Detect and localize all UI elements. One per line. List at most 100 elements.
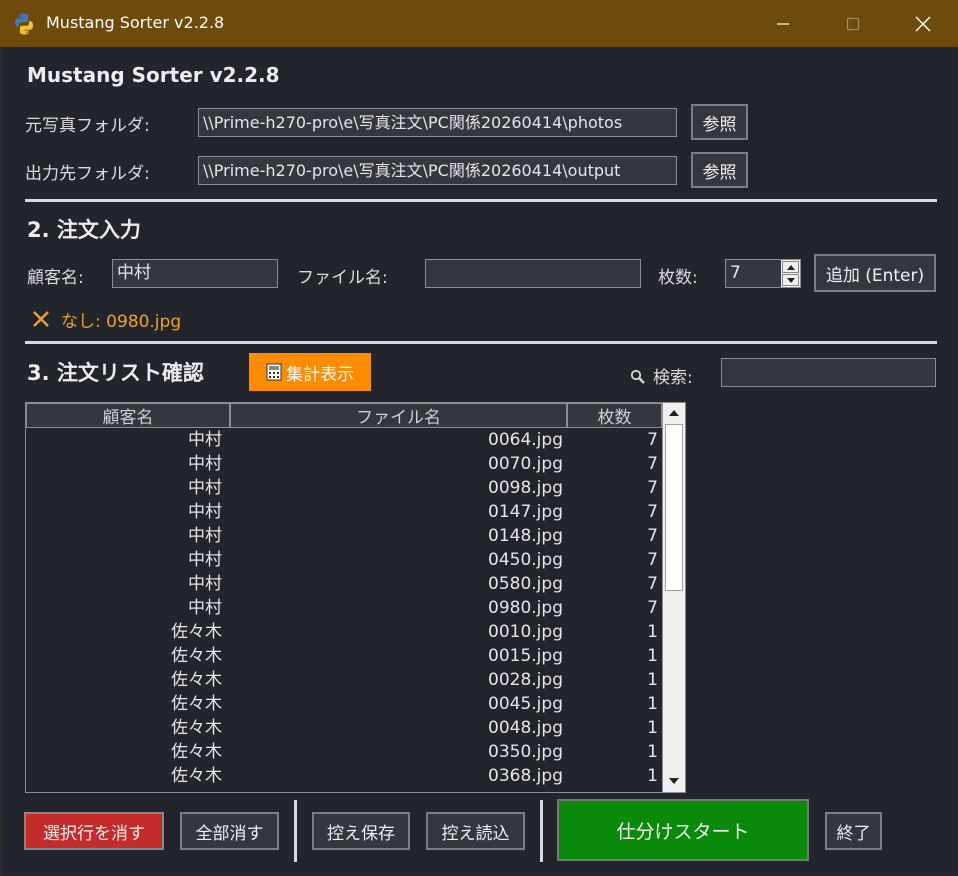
window-title: Mustang Sorter v2.2.8 bbox=[46, 13, 225, 32]
order-table[interactable]: 顧客名 ファイル名 枚数 中村 0064.jpg 7 中村 0070.jpg 7 中村 009… bbox=[25, 402, 686, 793]
maximize-icon bbox=[846, 17, 860, 31]
summary-button[interactable]: 集計表示 bbox=[249, 353, 371, 391]
column-header-customer[interactable]: 顧客名 bbox=[26, 403, 230, 428]
scroll-up-icon bbox=[669, 410, 679, 416]
minimize-icon bbox=[777, 23, 789, 25]
table-row[interactable]: 中村 0070.jpg 7 bbox=[26, 452, 662, 476]
table-header: 顧客名 ファイル名 枚数 bbox=[26, 403, 662, 428]
cell-count: 7 bbox=[647, 598, 658, 618]
table-row[interactable]: 佐々木 0015.jpg 1 bbox=[26, 644, 662, 668]
cell-customer: 中村 bbox=[188, 454, 222, 474]
spin-up-button[interactable] bbox=[782, 261, 799, 273]
table-row[interactable]: 佐々木 0010.jpg 1 bbox=[26, 620, 662, 644]
table-row[interactable]: 佐々木 0368.jpg 1 bbox=[26, 764, 662, 788]
cell-customer: 中村 bbox=[188, 598, 222, 618]
cell-count: 1 bbox=[647, 646, 658, 666]
output-browse-button[interactable]: 参照 bbox=[691, 152, 748, 188]
cell-count: 7 bbox=[647, 478, 658, 498]
table-row[interactable]: 中村 0064.jpg 7 bbox=[26, 428, 662, 452]
load-backup-button[interactable]: 控え読込 bbox=[426, 812, 525, 850]
cross-icon bbox=[33, 311, 49, 327]
cell-customer: 佐々木 bbox=[171, 670, 222, 690]
scroll-down-button[interactable] bbox=[665, 772, 683, 790]
table-row[interactable]: 中村 0450.jpg 7 bbox=[26, 548, 662, 572]
cell-customer: 佐々木 bbox=[171, 742, 222, 762]
cell-file: 0450.jpg bbox=[488, 550, 563, 570]
cell-customer: 佐々木 bbox=[171, 622, 222, 642]
status-message: なし: 0980.jpg bbox=[61, 312, 182, 332]
source-folder-label: 元写真フォルダ: bbox=[25, 116, 150, 136]
table-row[interactable]: 中村 0147.jpg 7 bbox=[26, 500, 662, 524]
cell-customer: 佐々木 bbox=[171, 694, 222, 714]
table-row[interactable]: 中村 0148.jpg 7 bbox=[26, 524, 662, 548]
table-row[interactable]: 佐々木 0045.jpg 1 bbox=[26, 692, 662, 716]
cell-file: 0980.jpg bbox=[488, 598, 563, 618]
section-divider bbox=[25, 341, 937, 344]
table-row[interactable]: 中村 0980.jpg 7 bbox=[26, 596, 662, 620]
table-row[interactable]: 佐々木 0350.jpg 1 bbox=[26, 740, 662, 764]
maximize-button[interactable] bbox=[838, 10, 868, 38]
cell-customer: 中村 bbox=[188, 478, 222, 498]
cell-customer: 中村 bbox=[188, 550, 222, 570]
minimize-button[interactable] bbox=[768, 10, 798, 38]
footer-divider bbox=[540, 800, 543, 862]
column-header-count[interactable]: 枚数 bbox=[567, 403, 662, 428]
search-input[interactable] bbox=[721, 358, 936, 387]
cell-count: 1 bbox=[647, 694, 658, 714]
summary-button-label: 集計表示 bbox=[286, 364, 354, 385]
count-value: 7 bbox=[730, 263, 741, 283]
start-sort-button[interactable]: 仕分けスタート bbox=[557, 799, 809, 861]
section-divider bbox=[25, 199, 937, 202]
cell-count: 1 bbox=[647, 622, 658, 642]
cell-count: 7 bbox=[647, 574, 658, 594]
cell-customer: 佐々木 bbox=[171, 646, 222, 666]
file-name-field[interactable] bbox=[425, 259, 641, 288]
cell-file: 0070.jpg bbox=[488, 454, 563, 474]
count-spin-buttons[interactable] bbox=[781, 260, 800, 287]
save-backup-button[interactable]: 控え保存 bbox=[312, 812, 410, 850]
add-order-button[interactable]: 追加 (Enter) bbox=[814, 254, 936, 292]
cell-count: 1 bbox=[647, 766, 658, 786]
cell-file: 0064.jpg bbox=[488, 430, 563, 450]
close-button[interactable] bbox=[908, 10, 938, 38]
client-area: Mustang Sorter v2.2.8 元写真フォルダ: \\Prime-h… bbox=[1, 47, 957, 875]
table-scrollbar[interactable] bbox=[662, 403, 685, 792]
footer-divider bbox=[294, 800, 297, 862]
scroll-up-button[interactable] bbox=[665, 404, 683, 422]
title-bar[interactable]: Mustang Sorter v2.2.8 bbox=[0, 0, 958, 47]
delete-selected-button[interactable]: 選択行を消す bbox=[24, 812, 164, 850]
table-body: 中村 0064.jpg 7 中村 0070.jpg 7 中村 0098.jpg 7 中村 0147.… bbox=[26, 428, 662, 788]
calculator-icon bbox=[266, 363, 282, 381]
cell-customer: 中村 bbox=[188, 430, 222, 450]
cell-file: 0098.jpg bbox=[488, 478, 563, 498]
close-icon bbox=[915, 16, 931, 32]
table-row[interactable]: 佐々木 0048.jpg 1 bbox=[26, 716, 662, 740]
order-list-heading: 3. 注文リスト確認 bbox=[27, 361, 204, 385]
customer-label: 顧客名: bbox=[27, 268, 84, 288]
table-row[interactable]: 佐々木 0028.jpg 1 bbox=[26, 668, 662, 692]
customer-field[interactable]: 中村 bbox=[112, 259, 278, 288]
delete-all-button[interactable]: 全部消す bbox=[180, 812, 279, 850]
cell-file: 0010.jpg bbox=[488, 622, 563, 642]
cell-file: 0148.jpg bbox=[488, 526, 563, 546]
cell-file: 0045.jpg bbox=[488, 694, 563, 714]
cell-file: 0015.jpg bbox=[488, 646, 563, 666]
cell-count: 1 bbox=[647, 718, 658, 738]
source-browse-button[interactable]: 参照 bbox=[691, 104, 748, 140]
cell-customer: 中村 bbox=[188, 526, 222, 546]
cell-customer: 中村 bbox=[188, 502, 222, 522]
source-folder-field[interactable]: \\Prime-h270-pro\e\写真注文\PC関係20260414\pho… bbox=[198, 108, 677, 137]
table-row[interactable]: 中村 0098.jpg 7 bbox=[26, 476, 662, 500]
output-folder-field[interactable]: \\Prime-h270-pro\e\写真注文\PC関係20260414\out… bbox=[198, 156, 677, 185]
table-row[interactable]: 中村 0580.jpg 7 bbox=[26, 572, 662, 596]
scroll-thumb[interactable] bbox=[665, 424, 683, 591]
cell-count: 7 bbox=[647, 454, 658, 474]
cell-customer: 佐々木 bbox=[171, 718, 222, 738]
cell-count: 7 bbox=[647, 430, 658, 450]
cell-file: 0580.jpg bbox=[488, 574, 563, 594]
exit-button[interactable]: 終了 bbox=[825, 812, 882, 850]
cell-customer: 中村 bbox=[188, 574, 222, 594]
column-header-file[interactable]: ファイル名 bbox=[230, 403, 567, 428]
arrow-down-icon bbox=[786, 277, 795, 283]
spin-down-button[interactable] bbox=[782, 274, 799, 286]
